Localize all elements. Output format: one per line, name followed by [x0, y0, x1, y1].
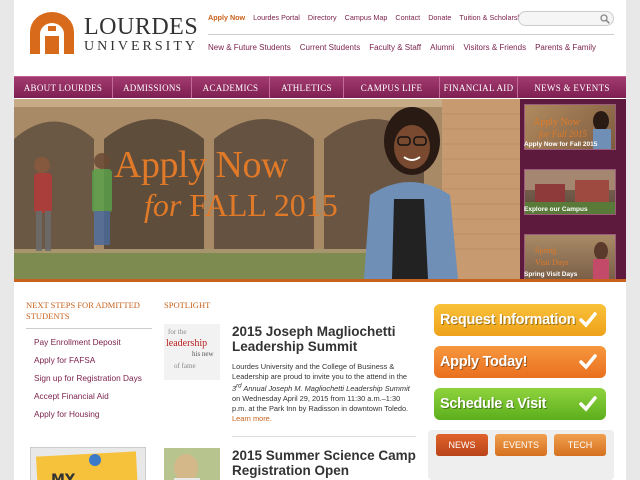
spotlight-panel: SPOTLIGHT for the his new of fame leader…: [164, 300, 416, 480]
main-nav: ABOUT LOURDES ADMISSIONS ACADEMICS ATHLE…: [14, 76, 626, 98]
apply-today-button[interactable]: Apply Today!: [434, 346, 606, 378]
hero-underline: [14, 279, 626, 282]
article-body-text: Lourdes University and the College of Bu…: [232, 362, 408, 381]
audience-nav: New & Future Students Current Students F…: [208, 43, 605, 52]
article-image[interactable]: for the his new of fame leadership: [164, 324, 220, 380]
audience-link-faculty-staff[interactable]: Faculty & Staff: [369, 43, 430, 52]
next-steps-divider: [26, 328, 152, 329]
thumbnail-visit-overlay-1: Spring: [535, 246, 556, 255]
article-image-word-1: for the: [168, 328, 186, 336]
thumbnail-caption-campus[interactable]: Explore our Campus: [524, 206, 588, 213]
hero-subheadline: for FALL 2015: [144, 187, 338, 224]
nav-campus-life[interactable]: CAMPUS LIFE: [344, 77, 440, 98]
article-summary: Lourdes University and the College of Bu…: [232, 362, 416, 424]
audience-link-visitors[interactable]: Visitors & Friends: [464, 43, 536, 52]
audience-link-future-students[interactable]: New & Future Students: [208, 43, 300, 52]
nav-about[interactable]: ABOUT LOURDES: [14, 77, 113, 98]
sticky-note-text: MY: [51, 472, 76, 480]
content-area: LOURDES UNIVERSITY Apply Now Lourdes Por…: [14, 0, 626, 480]
tab-tech[interactable]: TECH: [554, 434, 606, 456]
article-image-word-2: leadership: [166, 338, 207, 349]
page: LOURDES UNIVERSITY Apply Now Lourdes Por…: [0, 0, 640, 480]
nav-admissions[interactable]: ADMISSIONS: [113, 77, 192, 98]
schedule-visit-button[interactable]: Schedule a Visit: [434, 388, 606, 420]
nav-academics[interactable]: ACADEMICS: [192, 77, 270, 98]
next-steps-panel: NEXT STEPS FOR ADMITTED STUDENTS Pay Enr…: [26, 300, 152, 427]
learn-more-link[interactable]: Learn more.: [232, 414, 272, 423]
thumbnail-caption-visit[interactable]: Spring Visit Days: [524, 271, 577, 278]
apply-today-label: Apply Today!: [440, 354, 528, 370]
search-input[interactable]: [518, 11, 614, 26]
checkmark-icon: [579, 354, 597, 370]
checkmark-icon: [579, 312, 597, 328]
thumbnail-apply-overlay-1: Apply Now: [533, 117, 581, 128]
next-steps-list: Pay Enrollment Deposit Apply for FAFSA S…: [26, 337, 152, 419]
checkmark-icon: [579, 396, 597, 412]
thumbnail-visit-overlay-2: Visit Days: [535, 258, 569, 267]
utility-link-contact[interactable]: Contact: [395, 13, 428, 22]
article-body-details: on Wednesday April 29, 2015 from 11:30 a…: [232, 394, 409, 414]
logo-name: LOURDES: [84, 14, 199, 40]
schedule-visit-label: Schedule a Visit: [440, 396, 547, 412]
thumbnail-caption-apply[interactable]: Apply Now for Fall 2015: [524, 141, 597, 148]
tab-news[interactable]: NEWS: [436, 434, 488, 456]
hero-thumbnail-rail: Apply Now for Fall 2015 Apply Now for Fa…: [520, 99, 626, 280]
audience-link-alumni[interactable]: Alumni: [430, 43, 463, 52]
spotlight-heading: SPOTLIGHT: [164, 300, 211, 310]
left-gutter: [0, 0, 14, 480]
request-information-button[interactable]: Request Information: [434, 304, 606, 336]
header-divider: [208, 34, 614, 35]
utility-link-campus-map[interactable]: Campus Map: [345, 13, 396, 22]
leadership-word-image: for the his new of fame leadership: [164, 324, 220, 380]
utility-nav: Apply Now Lourdes Portal Directory Campu…: [208, 13, 539, 22]
utility-link-donate[interactable]: Donate: [428, 13, 459, 22]
nav-athletics[interactable]: ATHLETICS: [270, 77, 344, 98]
article-image[interactable]: [164, 448, 220, 480]
hero-for-text: for: [144, 187, 182, 223]
grotto-arch-icon: [30, 12, 74, 54]
next-step-link-fafsa[interactable]: Apply for FAFSA: [26, 355, 152, 365]
promo-sticky-note[interactable]: MY: [30, 447, 146, 480]
utility-link-directory[interactable]: Directory: [308, 13, 345, 22]
university-logo[interactable]: LOURDES UNIVERSITY: [28, 12, 208, 56]
utility-link-portal[interactable]: Lourdes Portal: [253, 13, 308, 22]
audience-link-current-students[interactable]: Current Students: [300, 43, 369, 52]
article-image-word-3: his new: [192, 350, 215, 358]
science-camp-image: [164, 448, 220, 480]
sticky-note-image: MY: [36, 451, 138, 480]
article-image-word-4: of fame: [174, 362, 196, 370]
next-step-link-registration[interactable]: Sign up for Registration Days: [26, 373, 152, 383]
article-title[interactable]: 2015 Joseph Magliochetti Leadership Summ…: [232, 324, 422, 354]
nav-news-events[interactable]: NEWS & EVENTS: [518, 77, 626, 98]
hero-term-text: FALL 2015: [189, 187, 338, 223]
logo-subtitle: UNIVERSITY: [84, 39, 198, 54]
request-information-label: Request Information: [440, 312, 576, 328]
search-icon[interactable]: [600, 14, 610, 24]
next-steps-heading: NEXT STEPS FOR ADMITTED STUDENTS: [26, 300, 140, 321]
article-divider: [232, 436, 416, 437]
utility-link-apply-now[interactable]: Apply Now: [208, 13, 253, 22]
hero-banner[interactable]: Apply Now for FALL 2015: [14, 99, 520, 279]
next-step-link-deposit[interactable]: Pay Enrollment Deposit: [26, 337, 152, 347]
nav-financial-aid[interactable]: FINANCIAL AID: [440, 77, 518, 98]
hero-headline: Apply Now: [114, 144, 288, 186]
news-events-tabs: NEWS EVENTS TECH: [428, 430, 614, 480]
next-step-link-housing[interactable]: Apply for Housing: [26, 409, 152, 419]
right-gutter: [626, 0, 640, 480]
tab-events[interactable]: EVENTS: [495, 434, 547, 456]
next-step-link-financial-aid[interactable]: Accept Financial Aid: [26, 391, 152, 401]
audience-link-parents[interactable]: Parents & Family: [535, 43, 605, 52]
article-title[interactable]: 2015 Summer Science Camp Registration Op…: [232, 448, 422, 478]
thumbnail-apply-overlay-2: for Fall 2015: [539, 129, 588, 139]
article-body-event-name: Annual Joseph M. Magliochetti Leadership…: [241, 384, 410, 394]
